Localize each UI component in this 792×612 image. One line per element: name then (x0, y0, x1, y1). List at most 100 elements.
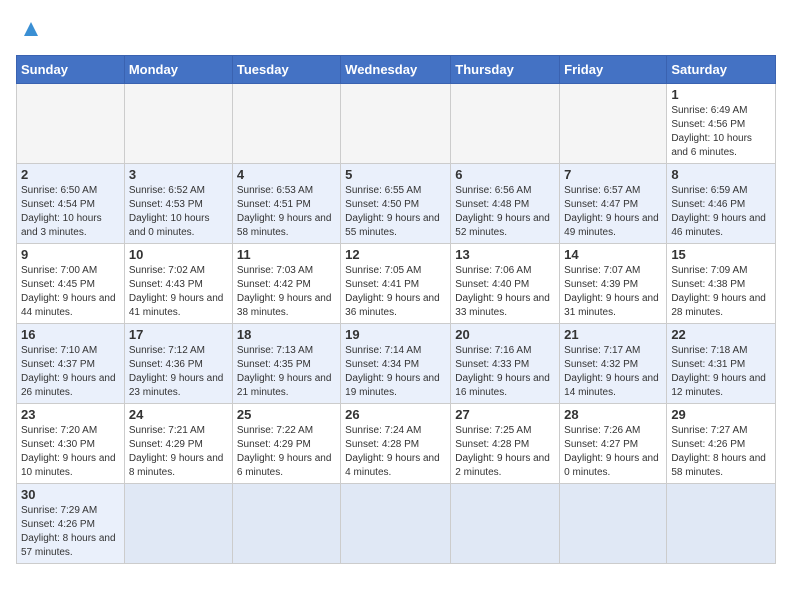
day-number: 13 (455, 247, 555, 262)
weekday-header-wednesday: Wednesday (341, 56, 451, 84)
calendar-cell: 2 Sunrise: 6:50 AM Sunset: 4:54 PM Daylig… (17, 164, 125, 244)
day-number: 3 (129, 167, 228, 182)
calendar-cell: 11 Sunrise: 7:03 AM Sunset: 4:42 PM Dayli… (232, 244, 340, 324)
weekday-header-friday: Friday (560, 56, 667, 84)
calendar-cell (667, 484, 776, 564)
day-info: Sunrise: 7:25 AM Sunset: 4:28 PM Dayligh… (455, 424, 555, 480)
calendar-cell: 14Sunrise: 7:07 AM Sunset: 4:39 PM Dayli… (560, 244, 667, 324)
calendar-cell (232, 484, 340, 564)
calendar-cell (341, 84, 451, 164)
calendar-cell (232, 84, 340, 164)
day-info: Sunrise: 6:52 AM Sunset: 4:53 PM Dayligh… (129, 184, 228, 240)
calendar-cell: 17Sunrise: 7:12 AM Sunset: 4:36 PM Dayli… (124, 324, 232, 404)
day-info: Sunrise: 7:29 AM Sunset: 4:26 PM Dayligh… (21, 504, 120, 560)
day-info: Sunrise: 7:14 AM Sunset: 4:34 PM Dayligh… (345, 344, 446, 400)
calendar-cell: 22 Sunrise: 7:18 AM Sunset: 4:31 PM Dayli… (667, 324, 776, 404)
day-info: Sunrise: 6:55 AM Sunset: 4:50 PM Dayligh… (345, 184, 446, 240)
calendar-cell: 9 Sunrise: 7:00 AM Sunset: 4:45 PM Daylig… (17, 244, 125, 324)
day-info: Sunrise: 7:18 AM Sunset: 4:31 PM Dayligh… (671, 344, 771, 400)
calendar-cell: 12 Sunrise: 7:05 AM Sunset: 4:41 PM Dayli… (341, 244, 451, 324)
day-number: 8 (671, 167, 771, 182)
day-info: Sunrise: 6:56 AM Sunset: 4:48 PM Dayligh… (455, 184, 555, 240)
day-number: 29 (671, 407, 771, 422)
calendar-cell (451, 84, 560, 164)
calendar-cell: 4 Sunrise: 6:53 AM Sunset: 4:51 PM Daylig… (232, 164, 340, 244)
calendar-cell: 20Sunrise: 7:16 AM Sunset: 4:33 PM Dayli… (451, 324, 560, 404)
calendar-cell: 8 Sunrise: 6:59 AM Sunset: 4:46 PM Daylig… (667, 164, 776, 244)
day-number: 9 (21, 247, 120, 262)
day-number: 10 (129, 247, 228, 262)
day-info: Sunrise: 7:20 AM Sunset: 4:30 PM Dayligh… (21, 424, 120, 480)
calendar-cell: 10 Sunrise: 7:02 AM Sunset: 4:43 PM Dayli… (124, 244, 232, 324)
day-info: Sunrise: 7:13 AM Sunset: 4:35 PM Dayligh… (237, 344, 336, 400)
day-number: 11 (237, 247, 336, 262)
calendar-cell: 23Sunrise: 7:20 AM Sunset: 4:30 PM Dayli… (17, 404, 125, 484)
day-info: Sunrise: 7:24 AM Sunset: 4:28 PM Dayligh… (345, 424, 446, 480)
day-info: Sunrise: 7:27 AM Sunset: 4:26 PM Dayligh… (671, 424, 771, 480)
calendar-cell (451, 484, 560, 564)
calendar-cell: 26 Sunrise: 7:24 AM Sunset: 4:28 PM Dayli… (341, 404, 451, 484)
day-info: Sunrise: 7:22 AM Sunset: 4:29 PM Dayligh… (237, 424, 336, 480)
day-info: Sunrise: 6:49 AM Sunset: 4:56 PM Dayligh… (671, 104, 771, 160)
day-number: 16 (21, 327, 120, 342)
logo (16, 16, 42, 45)
day-number: 4 (237, 167, 336, 182)
day-info: Sunrise: 7:06 AM Sunset: 4:40 PM Dayligh… (455, 264, 555, 320)
weekday-header-tuesday: Tuesday (232, 56, 340, 84)
day-info: Sunrise: 7:17 AM Sunset: 4:32 PM Dayligh… (564, 344, 662, 400)
day-number: 28 (564, 407, 662, 422)
day-info: Sunrise: 6:50 AM Sunset: 4:54 PM Dayligh… (21, 184, 120, 240)
page-header (16, 16, 776, 45)
day-number: 30 (21, 487, 120, 502)
day-number: 1 (671, 87, 771, 102)
logo-icon (20, 18, 42, 40)
day-number: 7 (564, 167, 662, 182)
day-number: 6 (455, 167, 555, 182)
calendar-cell: 25 Sunrise: 7:22 AM Sunset: 4:29 PM Dayli… (232, 404, 340, 484)
day-info: Sunrise: 7:05 AM Sunset: 4:41 PM Dayligh… (345, 264, 446, 320)
day-number: 14 (564, 247, 662, 262)
day-info: Sunrise: 7:16 AM Sunset: 4:33 PM Dayligh… (455, 344, 555, 400)
day-info: Sunrise: 6:53 AM Sunset: 4:51 PM Dayligh… (237, 184, 336, 240)
day-number: 18 (237, 327, 336, 342)
day-number: 12 (345, 247, 446, 262)
calendar-table: SundayMondayTuesdayWednesdayThursdayFrid… (16, 55, 776, 564)
calendar-cell (17, 84, 125, 164)
calendar-cell (341, 484, 451, 564)
calendar-cell: 27 Sunrise: 7:25 AM Sunset: 4:28 PM Dayli… (451, 404, 560, 484)
weekday-header-thursday: Thursday (451, 56, 560, 84)
calendar-cell: 30 Sunrise: 7:29 AM Sunset: 4:26 PM Dayli… (17, 484, 125, 564)
calendar-cell: 6 Sunrise: 6:56 AM Sunset: 4:48 PM Daylig… (451, 164, 560, 244)
calendar-cell: 24Sunrise: 7:21 AM Sunset: 4:29 PM Dayli… (124, 404, 232, 484)
day-number: 24 (129, 407, 228, 422)
calendar-cell: 18 Sunrise: 7:13 AM Sunset: 4:35 PM Dayli… (232, 324, 340, 404)
day-info: Sunrise: 7:03 AM Sunset: 4:42 PM Dayligh… (237, 264, 336, 320)
day-info: Sunrise: 7:12 AM Sunset: 4:36 PM Dayligh… (129, 344, 228, 400)
calendar-cell: 16 Sunrise: 7:10 AM Sunset: 4:37 PM Dayli… (17, 324, 125, 404)
day-number: 27 (455, 407, 555, 422)
calendar-cell: 28Sunrise: 7:26 AM Sunset: 4:27 PM Dayli… (560, 404, 667, 484)
day-number: 25 (237, 407, 336, 422)
calendar-cell: 13 Sunrise: 7:06 AM Sunset: 4:40 PM Dayli… (451, 244, 560, 324)
calendar-cell: 3 Sunrise: 6:52 AM Sunset: 4:53 PM Daylig… (124, 164, 232, 244)
day-number: 2 (21, 167, 120, 182)
day-info: Sunrise: 7:10 AM Sunset: 4:37 PM Dayligh… (21, 344, 120, 400)
calendar-cell (124, 84, 232, 164)
day-info: Sunrise: 7:02 AM Sunset: 4:43 PM Dayligh… (129, 264, 228, 320)
calendar-cell: 5Sunrise: 6:55 AM Sunset: 4:50 PM Daylig… (341, 164, 451, 244)
day-number: 19 (345, 327, 446, 342)
day-number: 22 (671, 327, 771, 342)
calendar-cell (560, 484, 667, 564)
day-info: Sunrise: 6:59 AM Sunset: 4:46 PM Dayligh… (671, 184, 771, 240)
day-number: 21 (564, 327, 662, 342)
day-number: 15 (671, 247, 771, 262)
calendar-cell (124, 484, 232, 564)
calendar-cell: 15Sunrise: 7:09 AM Sunset: 4:38 PM Dayli… (667, 244, 776, 324)
day-number: 26 (345, 407, 446, 422)
weekday-header-row: SundayMondayTuesdayWednesdayThursdayFrid… (17, 56, 776, 84)
weekday-header-sunday: Sunday (17, 56, 125, 84)
day-info: Sunrise: 7:00 AM Sunset: 4:45 PM Dayligh… (21, 264, 120, 320)
calendar-cell (560, 84, 667, 164)
calendar-cell: 1 Sunrise: 6:49 AM Sunset: 4:56 PM Daylig… (667, 84, 776, 164)
calendar-cell: 19 Sunrise: 7:14 AM Sunset: 4:34 PM Dayli… (341, 324, 451, 404)
